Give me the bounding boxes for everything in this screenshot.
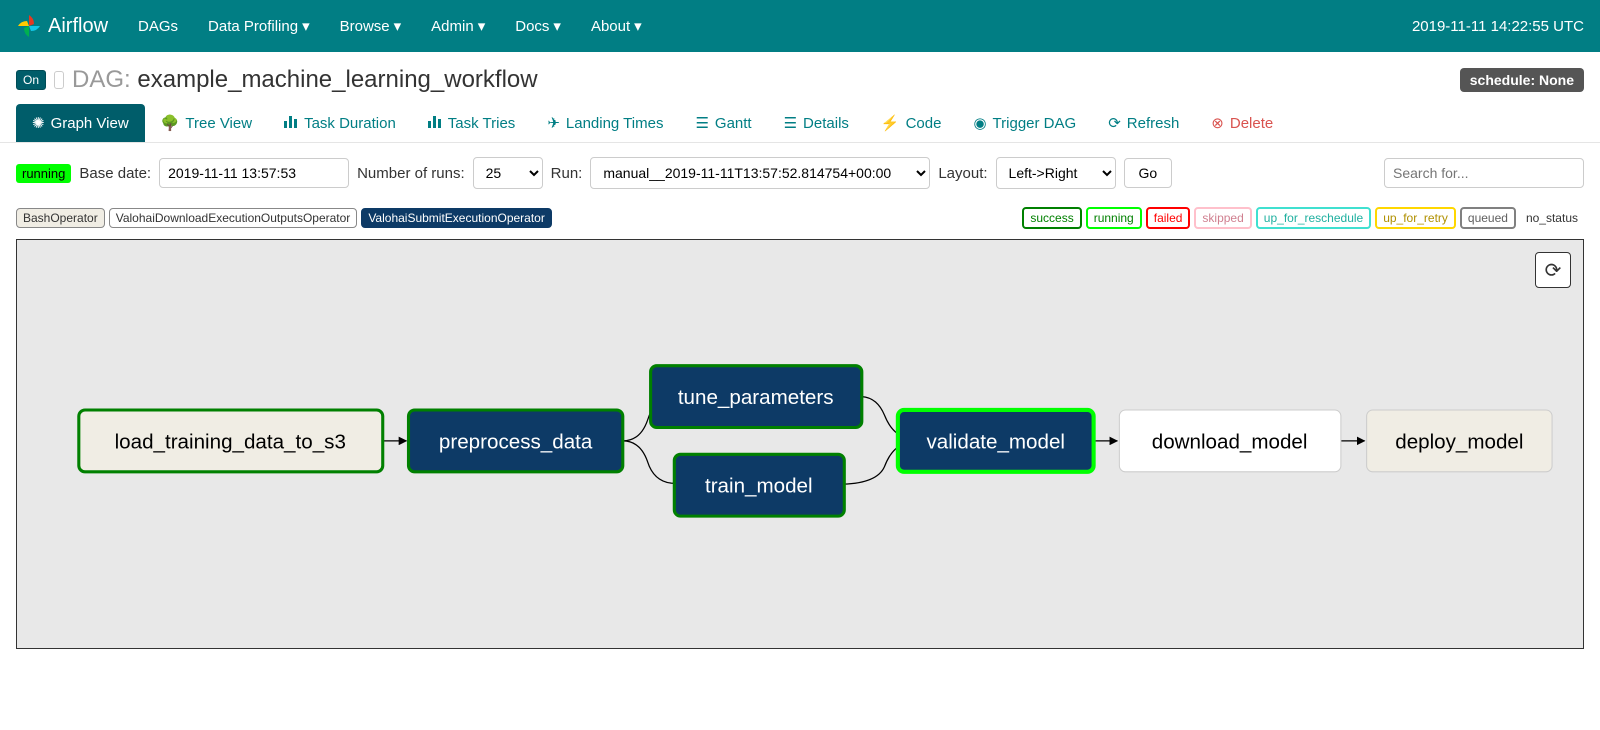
state-queued[interactable]: queued <box>1460 207 1516 229</box>
tab-tree-view[interactable]: 🌳Tree View <box>145 104 268 142</box>
legend-row: BashOperator ValohaiDownloadExecutionOut… <box>0 203 1600 239</box>
tree-icon: 🌳 <box>161 114 180 132</box>
nav-browse[interactable]: Browse▾ <box>340 17 402 35</box>
num-runs-label: Number of runs: <box>357 165 465 182</box>
base-date-input[interactable] <box>159 158 349 188</box>
nav-admin[interactable]: Admin▾ <box>431 17 485 35</box>
nav-about[interactable]: About▾ <box>591 17 642 35</box>
tab-landing-times[interactable]: ✈Landing Times <box>531 104 679 142</box>
search-input[interactable] <box>1384 158 1584 188</box>
task-node-validate-model[interactable]: validate_model <box>898 410 1094 472</box>
delete-icon: ⊗ <box>1211 114 1224 132</box>
caret-down-icon: ▾ <box>634 17 642 35</box>
bar-chart-icon <box>284 114 298 132</box>
svg-text:download_model: download_model <box>1152 430 1308 453</box>
tab-graph-view[interactable]: ✺Graph View <box>16 104 145 142</box>
graph-canvas[interactable]: ⟳ load_training_data_to_s3 preprocess_da… <box>16 239 1584 649</box>
bar-chart-icon <box>428 114 442 132</box>
tab-trigger-dag[interactable]: ◉Trigger DAG <box>957 104 1092 142</box>
nav-data-profiling[interactable]: Data Profiling▾ <box>208 17 310 35</box>
dag-toggle-on[interactable]: On <box>16 70 46 90</box>
status-badge: running <box>16 164 71 183</box>
page-title: DAG: example_machine_learning_workflow <box>72 66 538 94</box>
tabbar: ✺Graph View 🌳Tree View Task Duration Tas… <box>0 104 1600 143</box>
task-node-load-training-data[interactable]: load_training_data_to_s3 <box>79 410 383 472</box>
bolt-icon: ⚡ <box>881 114 900 132</box>
caret-down-icon: ▾ <box>302 17 310 35</box>
tab-refresh[interactable]: ⟳Refresh <box>1092 104 1195 142</box>
tab-task-tries[interactable]: Task Tries <box>412 104 532 142</box>
run-label: Run: <box>551 165 583 182</box>
clock: 2019-11-11 14:22:55 UTC <box>1412 18 1584 35</box>
tab-gantt[interactable]: ☰Gantt <box>679 104 767 142</box>
go-button[interactable]: Go <box>1124 158 1173 188</box>
list-icon: ☰ <box>784 114 797 132</box>
state-legend: success running failed skipped up_for_re… <box>1022 207 1584 229</box>
state-up-for-retry[interactable]: up_for_retry <box>1375 207 1456 229</box>
brand[interactable]: Airflow <box>16 13 108 39</box>
base-date-label: Base date: <box>79 165 151 182</box>
num-runs-select[interactable]: 25 <box>473 157 543 189</box>
op-valohai-download[interactable]: ValohaiDownloadExecutionOutputsOperator <box>109 208 358 228</box>
state-skipped[interactable]: skipped <box>1194 207 1251 229</box>
layout-label: Layout: <box>938 165 987 182</box>
dag-graph: load_training_data_to_s3 preprocess_data… <box>17 240 1583 662</box>
controls-row: running Base date: Number of runs: 25 Ru… <box>0 143 1600 203</box>
nav-docs[interactable]: Docs▾ <box>515 17 561 35</box>
state-no-status[interactable]: no_status <box>1520 209 1584 227</box>
svg-text:train_model: train_model <box>705 475 813 498</box>
layout-select[interactable]: Left->Right <box>996 157 1116 189</box>
task-node-preprocess-data[interactable]: preprocess_data <box>408 410 622 472</box>
state-failed[interactable]: failed <box>1146 207 1191 229</box>
nav-links: DAGs Data Profiling▾ Browse▾ Admin▾ Docs… <box>138 17 1412 35</box>
brand-text: Airflow <box>48 15 108 38</box>
pinwheel-icon <box>16 13 42 39</box>
state-running[interactable]: running <box>1086 207 1142 229</box>
task-node-deploy-model[interactable]: deploy_model <box>1367 410 1552 472</box>
caret-down-icon: ▾ <box>553 17 561 35</box>
nav-dags[interactable]: DAGs <box>138 17 178 35</box>
tab-code[interactable]: ⚡Code <box>865 104 958 142</box>
page-header: On DAG: example_machine_learning_workflo… <box>0 52 1600 104</box>
tab-task-duration[interactable]: Task Duration <box>268 104 412 142</box>
refresh-icon: ⟳ <box>1108 114 1121 132</box>
dag-label: DAG: <box>72 66 131 93</box>
task-node-tune-parameters[interactable]: tune_parameters <box>651 366 862 428</box>
navbar: Airflow DAGs Data Profiling▾ Browse▾ Adm… <box>0 0 1600 52</box>
sun-icon: ✺ <box>32 114 45 132</box>
op-bash[interactable]: BashOperator <box>16 208 105 228</box>
svg-text:preprocess_data: preprocess_data <box>439 430 593 453</box>
svg-text:tune_parameters: tune_parameters <box>678 386 834 409</box>
play-circle-icon: ◉ <box>973 114 986 132</box>
operator-legend: BashOperator ValohaiDownloadExecutionOut… <box>16 208 552 228</box>
plane-icon: ✈ <box>547 114 560 132</box>
list-icon: ☰ <box>695 114 708 132</box>
state-up-for-reschedule[interactable]: up_for_reschedule <box>1256 207 1371 229</box>
dag-name: example_machine_learning_workflow <box>137 66 537 93</box>
svg-text:deploy_model: deploy_model <box>1395 430 1523 453</box>
op-valohai-submit[interactable]: ValohaiSubmitExecutionOperator <box>361 208 552 228</box>
svg-text:validate_model: validate_model <box>926 430 1065 453</box>
caret-down-icon: ▾ <box>394 17 402 35</box>
schedule-badge: schedule: None <box>1460 68 1584 92</box>
caret-down-icon: ▾ <box>478 17 486 35</box>
run-select[interactable]: manual__2019-11-11T13:57:52.814754+00:00 <box>590 157 930 189</box>
state-success[interactable]: success <box>1022 207 1081 229</box>
tab-delete[interactable]: ⊗Delete <box>1195 104 1289 142</box>
tab-details[interactable]: ☰Details <box>768 104 865 142</box>
dag-toggle-off[interactable] <box>54 71 64 89</box>
task-node-download-model[interactable]: download_model <box>1119 410 1341 472</box>
svg-text:load_training_data_to_s3: load_training_data_to_s3 <box>115 430 346 453</box>
task-node-train-model[interactable]: train_model <box>674 454 844 516</box>
